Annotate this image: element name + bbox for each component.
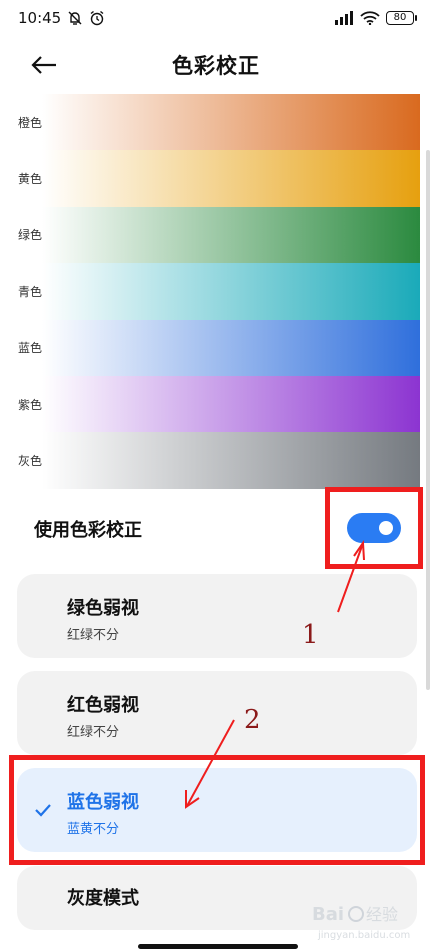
color-bar: 青色 [0,263,420,320]
home-indicator[interactable] [138,944,298,949]
scrollbar[interactable] [426,150,430,690]
option-subtitle: 红绿不分 [67,628,120,643]
status-bar: 10:45 80 [0,0,432,36]
svg-text:经验: 经验 [366,905,398,924]
status-left: 10:45 [18,9,105,27]
option-title: 红色弱视 [67,695,139,716]
signal-icon [335,11,353,25]
baidu-watermark-logo: Bai 经验 jingyan.baidu.com [312,904,410,941]
color-bar-label: 紫色 [18,397,43,412]
color-bar-label: 灰色 [18,454,43,469]
color-bar: 蓝色 [0,319,420,376]
option-subtitle: 红绿不分 [67,725,120,740]
color-bar-label: 蓝色 [18,341,43,356]
battery-level: 80 [393,12,407,23]
battery-icon: 80 [386,11,417,25]
color-bar: 橙色 [0,94,420,151]
color-bar: 紫色 [0,375,420,433]
annotation-number-2: 2 [244,705,261,735]
color-preview: 橙色黄色绿色青色蓝色紫色灰色 [0,94,420,489]
color-bar-label: 青色 [18,284,43,299]
wifi-icon [360,11,380,25]
option-protanomaly[interactable]: 红色弱视 红绿不分 [17,671,417,755]
page-title: 色彩校正 [172,54,260,78]
bell-off-icon [68,11,82,25]
color-bar: 灰色 [0,432,420,489]
annotation-box-toggle [325,487,423,569]
color-bar-label: 绿色 [18,228,43,243]
annotation-number-1: 1 [302,620,319,650]
option-title: 绿色弱视 [67,598,139,619]
color-bar: 绿色 [0,206,420,264]
color-bar-label: 黄色 [18,172,43,187]
status-time: 10:45 [18,9,62,27]
option-deuteranomaly[interactable]: 绿色弱视 红绿不分 [17,574,417,658]
toggle-label: 使用色彩校正 [34,520,142,541]
screen: 10:45 80 色彩校正 橙色 黄色 绿色 青色 蓝色 紫色 灰色 使用色彩校… [0,0,432,951]
svg-text:jingyan.baidu.com: jingyan.baidu.com [317,930,410,941]
status-right: 80 [334,11,417,25]
color-bar: 黄色 [0,150,420,207]
annotation-box-option [9,755,425,865]
alarm-icon [90,10,104,26]
header: 色彩校正 [0,36,432,94]
svg-text:Bai: Bai [312,904,344,925]
option-title: 灰度模式 [67,888,139,909]
color-bar-label: 橙色 [18,115,43,130]
